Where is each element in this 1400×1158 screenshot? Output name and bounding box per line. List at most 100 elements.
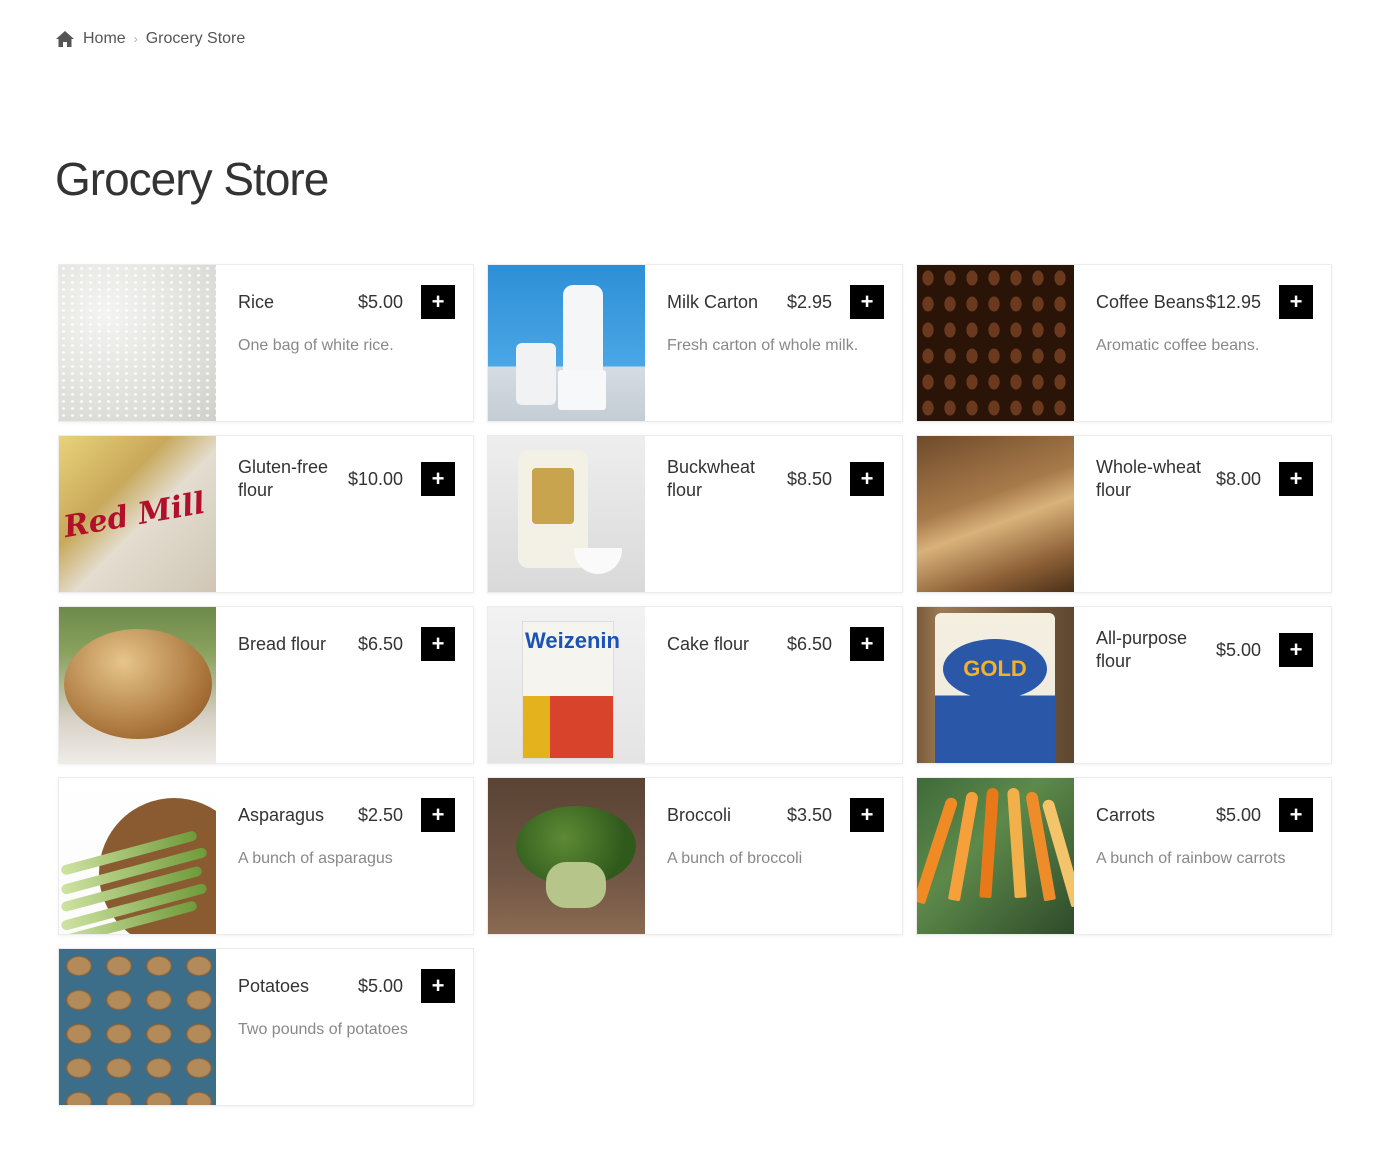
bag-brand: GOLD — [943, 639, 1047, 699]
product-price: $3.50 — [786, 804, 832, 825]
add-to-cart-button[interactable]: + — [850, 285, 884, 319]
product-card-asparagus[interactable]: Asparagus $2.50 + A bunch of asparagus — [58, 777, 474, 935]
product-card-buckwheat-flour[interactable]: Buckwheat flour $8.50 + — [487, 435, 903, 593]
add-to-cart-button[interactable]: + — [1279, 285, 1314, 319]
product-image-cake-flour[interactable]: Weizenin — [488, 607, 645, 763]
carrot-shape — [1007, 787, 1027, 899]
product-image-buckwheat-flour[interactable] — [488, 436, 645, 592]
product-card-coffee-beans[interactable]: Coffee Beans $12.95 + Aromatic coffee be… — [916, 264, 1332, 422]
product-info: Cake flour $6.50 + — [645, 607, 902, 763]
product-head: Rice $5.00 + — [238, 285, 455, 319]
product-name[interactable]: Potatoes — [238, 975, 348, 998]
product-image-all-purpose-flour[interactable]: GOLD — [917, 607, 1074, 763]
product-price: $5.00 — [357, 291, 403, 312]
box-brand: Weizenin — [525, 628, 620, 653]
product-card-bread-flour[interactable]: Bread flour $6.50 + — [58, 606, 474, 764]
product-info: Asparagus $2.50 + A bunch of asparagus — [216, 778, 473, 934]
product-image-bread-flour[interactable] — [59, 607, 216, 763]
bread-loaf-shape — [64, 629, 212, 739]
home-icon[interactable] — [55, 30, 75, 48]
product-image-milk-carton[interactable] — [488, 265, 645, 421]
product-card-carrots[interactable]: Carrots $5.00 + A bunch of rainbow carro… — [916, 777, 1332, 935]
product-info: Gluten-free flour $10.00 + — [216, 436, 473, 592]
product-description: One bag of white rice. — [238, 337, 394, 354]
product-head: Whole-wheat flour $8.00 + — [1096, 456, 1313, 502]
product-name[interactable]: Whole-wheat flour — [1096, 456, 1206, 502]
product-card-broccoli[interactable]: Broccoli $3.50 + A bunch of broccoli — [487, 777, 903, 935]
product-name[interactable]: Gluten-free flour — [238, 456, 348, 502]
add-to-cart-button[interactable]: + — [850, 627, 884, 661]
product-info: Milk Carton $2.95 + Fresh carton of whol… — [645, 265, 902, 421]
plus-icon: + — [1289, 802, 1303, 827]
product-name[interactable]: Coffee Beans — [1096, 291, 1206, 314]
flour-bowl-shape — [574, 548, 622, 574]
product-name[interactable]: Carrots — [1096, 804, 1206, 827]
product-head: All-purpose flour $5.00 + — [1096, 627, 1313, 673]
product-description: A bunch of asparagus — [238, 850, 393, 867]
breadcrumb-current: Grocery Store — [145, 30, 246, 47]
product-price: $6.50 — [786, 633, 832, 654]
product-description: A bunch of rainbow carrots — [1096, 850, 1286, 867]
product-name[interactable]: Broccoli — [667, 804, 777, 827]
product-card-gluten-free-flour[interactable]: Red Mill Gluten-free flour $10.00 + — [58, 435, 474, 593]
add-to-cart-button[interactable]: + — [1279, 798, 1313, 832]
product-image-coffee-beans[interactable] — [917, 265, 1074, 421]
product-image-carrots[interactable] — [917, 778, 1074, 934]
product-info: Rice $5.00 + One bag of white rice. — [216, 265, 473, 421]
product-head: Broccoli $3.50 + — [667, 798, 884, 832]
product-price: $6.50 — [357, 633, 403, 654]
add-to-cart-button[interactable]: + — [850, 798, 884, 832]
product-price: $8.00 — [1215, 468, 1261, 489]
milk-jug-shape — [516, 343, 556, 405]
carrot-shape — [979, 787, 999, 899]
product-head: Milk Carton $2.95 + — [667, 285, 884, 319]
product-name[interactable]: Milk Carton — [667, 291, 777, 314]
plus-icon: + — [860, 289, 874, 314]
add-to-cart-button[interactable]: + — [421, 285, 455, 319]
product-card-cake-flour[interactable]: Weizenin Cake flour $6.50 + — [487, 606, 903, 764]
plus-icon: + — [860, 466, 874, 491]
product-image-gluten-free-flour[interactable]: Red Mill — [59, 436, 216, 592]
page-title: Grocery Store — [55, 153, 329, 205]
product-price: $8.50 — [786, 468, 832, 489]
product-name[interactable]: Asparagus — [238, 804, 348, 827]
product-head: Gluten-free flour $10.00 + — [238, 456, 456, 502]
product-name[interactable]: Rice — [238, 291, 348, 314]
plus-icon: + — [431, 802, 445, 827]
add-to-cart-button[interactable]: + — [421, 969, 455, 1003]
plus-icon: + — [860, 631, 874, 656]
plus-icon: + — [431, 631, 445, 656]
product-card-rice[interactable]: Rice $5.00 + One bag of white rice. — [58, 264, 474, 422]
product-info: Broccoli $3.50 + A bunch of broccoli — [645, 778, 902, 934]
product-name[interactable]: All-purpose flour — [1096, 627, 1206, 673]
product-price: $10.00 — [348, 468, 404, 489]
milk-glass-shape — [558, 370, 606, 410]
add-to-cart-button[interactable]: + — [850, 462, 884, 496]
product-image-rice[interactable] — [59, 265, 216, 421]
product-name[interactable]: Buckwheat flour — [667, 456, 777, 502]
product-card-all-purpose-flour[interactable]: GOLD All-purpose flour $5.00 + — [916, 606, 1332, 764]
add-to-cart-button[interactable]: + — [421, 462, 456, 496]
product-image-asparagus[interactable] — [59, 778, 216, 934]
product-price: $5.00 — [1215, 639, 1261, 660]
product-head: Potatoes $5.00 + — [238, 969, 455, 1003]
product-card-potatoes[interactable]: Potatoes $5.00 + Two pounds of potatoes — [58, 948, 474, 1106]
product-image-broccoli[interactable] — [488, 778, 645, 934]
product-name[interactable]: Cake flour — [667, 633, 777, 656]
add-to-cart-button[interactable]: + — [421, 627, 455, 661]
breadcrumb-home-link[interactable]: Home — [83, 30, 126, 48]
product-card-milk-carton[interactable]: Milk Carton $2.95 + Fresh carton of whol… — [487, 264, 903, 422]
product-info: Potatoes $5.00 + Two pounds of potatoes — [216, 949, 473, 1105]
product-name[interactable]: Bread flour — [238, 633, 348, 656]
plus-icon: + — [1289, 637, 1303, 662]
product-card-whole-wheat-flour[interactable]: Whole-wheat flour $8.00 + — [916, 435, 1332, 593]
plus-icon: + — [431, 973, 445, 998]
add-to-cart-button[interactable]: + — [1279, 633, 1313, 667]
plus-icon: + — [1289, 466, 1303, 491]
add-to-cart-button[interactable]: + — [421, 798, 455, 832]
plus-icon: + — [431, 289, 445, 314]
product-info: Buckwheat flour $8.50 + — [645, 436, 902, 592]
product-image-whole-wheat-flour[interactable] — [917, 436, 1074, 592]
product-image-potatoes[interactable] — [59, 949, 216, 1105]
add-to-cart-button[interactable]: + — [1279, 462, 1313, 496]
